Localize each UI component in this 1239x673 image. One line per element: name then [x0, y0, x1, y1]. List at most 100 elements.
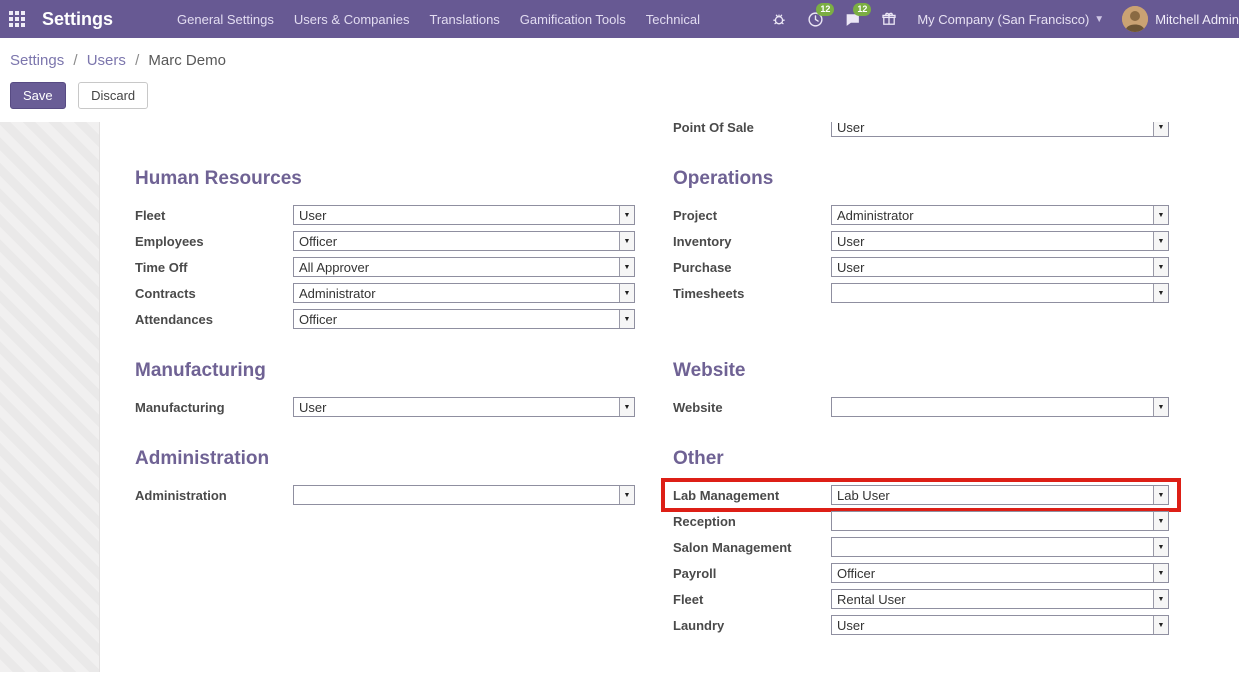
debug-bug-icon[interactable] [761, 0, 797, 38]
dropdown-arrow-icon: ▼ [1153, 538, 1168, 556]
website-select[interactable]: ▼ [831, 397, 1169, 417]
menu-technical[interactable]: Technical [636, 1, 710, 38]
section-title-human-resources: Human Resources [135, 168, 635, 190]
field-label: Reception [673, 514, 831, 529]
field-row-time-off: Time Off All Approver ▼ [135, 254, 635, 280]
field-label: Salon Management [673, 540, 831, 555]
avatar [1122, 6, 1148, 32]
dropdown-arrow-icon: ▼ [619, 486, 634, 504]
app-title: Settings [42, 9, 113, 30]
navbar-right: 12 12 My Company (San Francisco) ▼ Mitch… [761, 0, 1239, 38]
purchase-select[interactable]: User ▼ [831, 257, 1169, 277]
field-row-purchase: Purchase User ▼ [673, 254, 1169, 280]
breadcrumb-current: Marc Demo [148, 52, 226, 69]
control-panel: Settings / Users / Marc Demo Save Discar… [0, 38, 1239, 122]
field-label: Laundry [673, 618, 831, 633]
administration-select[interactable]: ▼ [293, 485, 635, 505]
form-right-column: Point Of Sale User ▼ Operations Project … [673, 122, 1169, 638]
field-label: Manufacturing [135, 400, 293, 415]
breadcrumb: Settings / Users / Marc Demo [10, 52, 1239, 69]
rewards-gift-icon[interactable] [871, 0, 907, 38]
field-label: Fleet [135, 208, 293, 223]
field-row-lab-management: Lab Management Lab User ▼ [665, 482, 1177, 508]
field-row-fleet: Fleet User ▼ [135, 202, 635, 228]
lab-management-select[interactable]: Lab User ▼ [831, 485, 1169, 505]
field-label: Time Off [135, 260, 293, 275]
employees-select[interactable]: Officer ▼ [293, 231, 635, 251]
field-row-inventory: Inventory User ▼ [673, 228, 1169, 254]
field-label: Administration [135, 488, 293, 503]
apps-menu-icon[interactable] [0, 0, 34, 38]
form-sheet: Human Resources Fleet User ▼ Employees O… [101, 122, 1239, 638]
grid-icon [9, 11, 25, 27]
messages-badge: 12 [853, 3, 871, 16]
nav-menu: General Settings Users & Companies Trans… [167, 1, 710, 38]
payroll-select[interactable]: Officer ▼ [831, 563, 1169, 583]
contracts-select[interactable]: Administrator ▼ [293, 283, 635, 303]
field-label: Payroll [673, 566, 831, 581]
field-label: Fleet [673, 592, 831, 607]
field-label: Contracts [135, 286, 293, 301]
project-select[interactable]: Administrator ▼ [831, 205, 1169, 225]
dropdown-arrow-icon: ▼ [1153, 616, 1168, 634]
attendances-select[interactable]: Officer ▼ [293, 309, 635, 329]
inventory-select[interactable]: User ▼ [831, 231, 1169, 251]
activities-clock-icon[interactable]: 12 [797, 0, 834, 38]
top-navbar: Settings General Settings Users & Compan… [0, 0, 1239, 38]
point-of-sale-select[interactable]: User ▼ [831, 122, 1169, 137]
section-title-website: Website [673, 360, 1169, 382]
salon-management-select[interactable]: ▼ [831, 537, 1169, 557]
save-button[interactable]: Save [10, 82, 66, 109]
dropdown-arrow-icon: ▼ [1153, 232, 1168, 250]
fleet-other-select[interactable]: Rental User ▼ [831, 589, 1169, 609]
field-label: Project [673, 208, 831, 223]
field-row-laundry: Laundry User ▼ [673, 612, 1169, 638]
field-row-attendances: Attendances Officer ▼ [135, 306, 635, 332]
breadcrumb-separator: / [135, 52, 139, 69]
form-scroll-area[interactable]: Human Resources Fleet User ▼ Employees O… [0, 122, 1239, 672]
field-row-administration: Administration ▼ [135, 482, 635, 508]
field-row-payroll: Payroll Officer ▼ [673, 560, 1169, 586]
dropdown-arrow-icon: ▼ [1153, 590, 1168, 608]
menu-users-companies[interactable]: Users & Companies [284, 1, 420, 38]
field-row-reception: Reception ▼ [673, 508, 1169, 534]
section-title-manufacturing: Manufacturing [135, 360, 635, 382]
section-title-operations: Operations [673, 168, 1169, 190]
field-label: Attendances [135, 312, 293, 327]
breadcrumb-users[interactable]: Users [87, 52, 126, 69]
manufacturing-select[interactable]: User ▼ [293, 397, 635, 417]
dropdown-arrow-icon: ▼ [1153, 206, 1168, 224]
menu-translations[interactable]: Translations [419, 1, 509, 38]
fleet-select[interactable]: User ▼ [293, 205, 635, 225]
activities-badge: 12 [816, 3, 834, 16]
field-row-timesheets: Timesheets ▼ [673, 280, 1169, 306]
field-label: Point Of Sale [673, 122, 831, 135]
form-left-column: Human Resources Fleet User ▼ Employees O… [135, 122, 635, 638]
field-label: Timesheets [673, 286, 831, 301]
dropdown-arrow-icon: ▼ [1153, 486, 1168, 504]
breadcrumb-separator: / [73, 52, 77, 69]
sheet-background [0, 122, 100, 672]
dropdown-arrow-icon: ▼ [1153, 284, 1168, 302]
field-row-website: Website ▼ [673, 394, 1169, 420]
timesheets-select[interactable]: ▼ [831, 283, 1169, 303]
field-row-employees: Employees Officer ▼ [135, 228, 635, 254]
laundry-select[interactable]: User ▼ [831, 615, 1169, 635]
company-switcher[interactable]: My Company (San Francisco) ▼ [907, 12, 1114, 27]
user-name: Mitchell Admin [1155, 12, 1239, 27]
user-menu[interactable]: Mitchell Admin [1114, 6, 1239, 32]
dropdown-arrow-icon: ▼ [619, 398, 634, 416]
field-label: Inventory [673, 234, 831, 249]
menu-gamification-tools[interactable]: Gamification Tools [510, 1, 636, 38]
dropdown-arrow-icon: ▼ [1153, 398, 1168, 416]
field-label: Employees [135, 234, 293, 249]
menu-general-settings[interactable]: General Settings [167, 1, 284, 38]
section-title-other: Other [673, 448, 1169, 470]
reception-select[interactable]: ▼ [831, 511, 1169, 531]
field-row-salon-management: Salon Management ▼ [673, 534, 1169, 560]
time-off-select[interactable]: All Approver ▼ [293, 257, 635, 277]
field-label: Lab Management [673, 488, 831, 503]
discard-button[interactable]: Discard [78, 82, 148, 109]
breadcrumb-settings[interactable]: Settings [10, 52, 64, 69]
messages-chat-icon[interactable]: 12 [834, 0, 871, 38]
